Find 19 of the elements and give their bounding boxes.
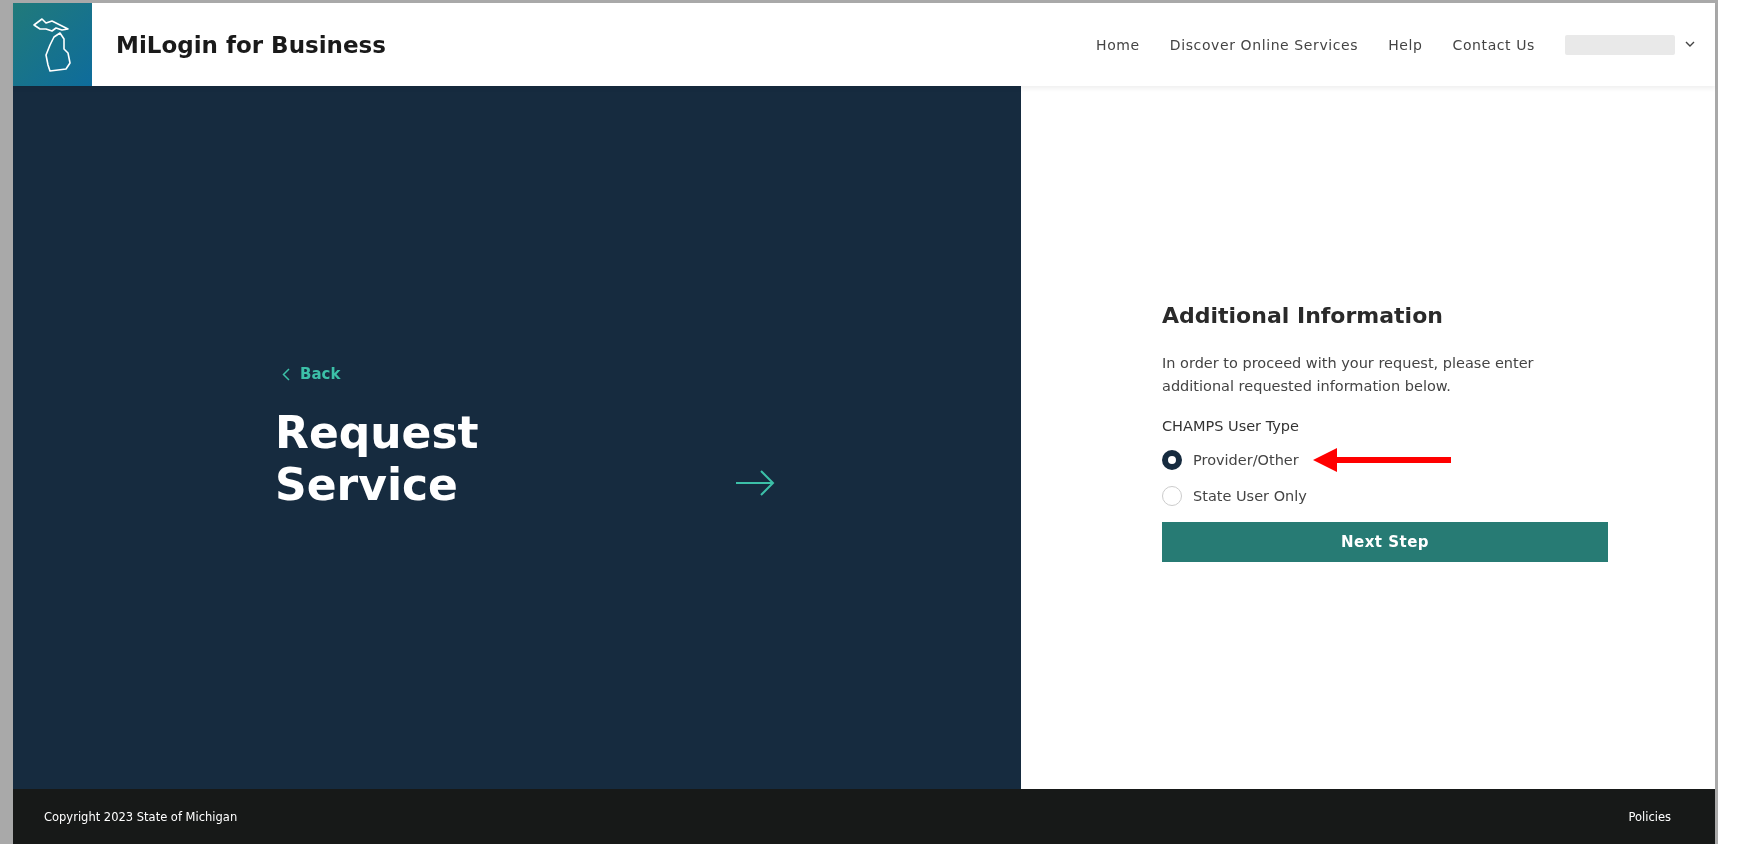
arrow-right-icon	[735, 467, 775, 498]
form-heading: Additional Information	[1162, 302, 1444, 328]
radio-option[interactable]: Provider/Other	[1162, 450, 1299, 471]
radio-option[interactable]: State User Only	[1162, 486, 1307, 507]
nav-link[interactable]: Discover Online Services	[1169, 36, 1359, 53]
policies-link[interactable]: Policies	[1628, 809, 1671, 824]
nav-link[interactable]: Help	[1388, 36, 1423, 53]
nav-link[interactable]: Home	[1096, 36, 1140, 53]
nav-link[interactable]: Contact Us	[1452, 36, 1535, 53]
page-title: Request Service	[275, 407, 480, 510]
copyright-text: Copyright 2023 State of Michigan	[44, 809, 238, 824]
next-step-button[interactable]: Next Step	[1162, 522, 1608, 563]
site-title: MiLogin for Business	[116, 31, 386, 58]
back-link[interactable]: Back	[282, 365, 775, 384]
logo-tile[interactable]	[13, 3, 92, 86]
intro-text: In order to proceed with your request, please enter additional requested information below.	[1162, 353, 1535, 396]
chevron-left-icon	[282, 367, 290, 381]
field-label: CHAMPS User Type	[1162, 418, 1300, 435]
chevron-down-icon	[1685, 41, 1695, 48]
